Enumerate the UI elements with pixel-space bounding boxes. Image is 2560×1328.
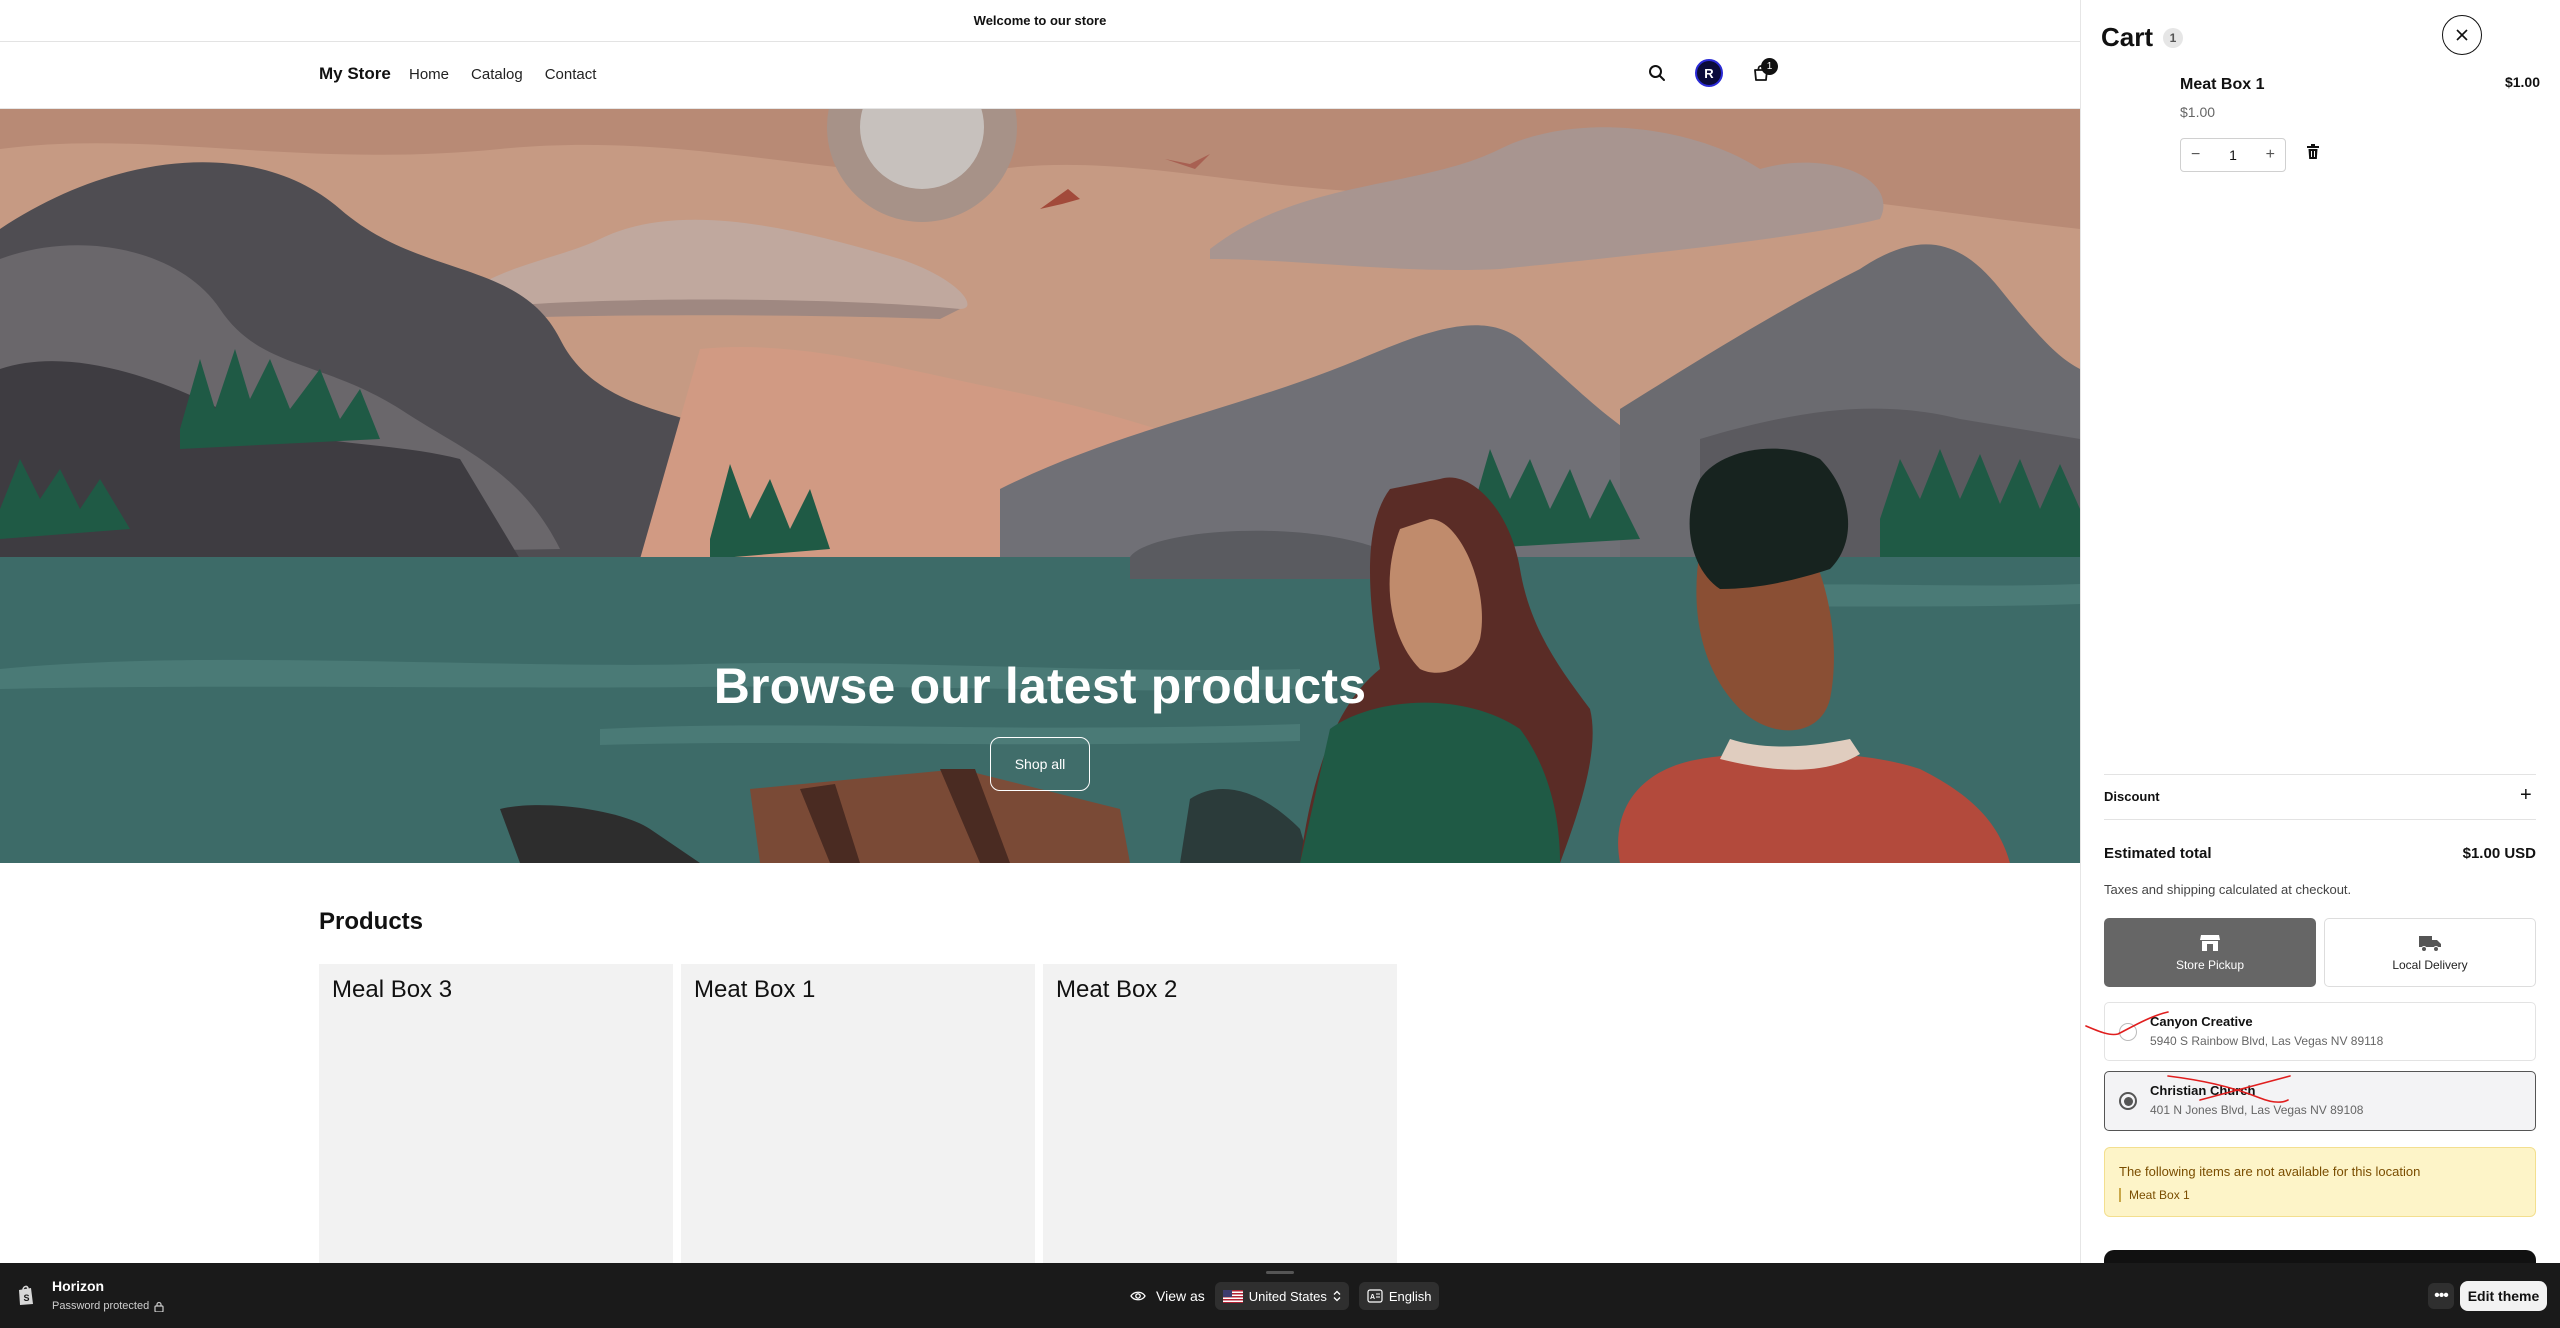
theme-status: Password protected <box>52 1300 164 1312</box>
product-name: Meat Box 2 <box>1056 976 1178 1003</box>
estimated-total-label: Estimated total <box>2104 845 2212 862</box>
chevron-updown-icon <box>1333 1290 1341 1302</box>
product-card[interactable]: Meal Box 3 <box>319 964 673 1264</box>
store-logo[interactable]: My Store <box>319 64 391 84</box>
estimated-total-value: $1.00 USD <box>2462 845 2536 862</box>
product-name: Meal Box 3 <box>332 976 453 1003</box>
product-card[interactable]: Meat Box 1 <box>681 964 1035 1264</box>
avatar: R <box>1695 59 1723 87</box>
nav-home[interactable]: Home <box>409 66 449 83</box>
discount-expand-button[interactable]: + <box>2520 784 2532 807</box>
cart-button[interactable]: 1 <box>1744 56 1778 90</box>
country-value: United States <box>1248 1288 1327 1304</box>
warning-message: The following items are not available fo… <box>2119 1164 2421 1179</box>
pickup-location-option-selected[interactable]: Christian Church 401 N Jones Blvd, Las V… <box>2104 1071 2536 1131</box>
products-heading: Products <box>319 908 424 935</box>
announcement-bar: Welcome to our store <box>0 0 2080 42</box>
drag-handle[interactable] <box>1266 1271 1294 1274</box>
remove-item-button[interactable] <box>2306 144 2320 165</box>
cart-heading: Cart 1 <box>2101 22 2184 53</box>
eye-icon <box>1130 1291 1146 1301</box>
lock-icon <box>154 1301 164 1312</box>
view-as-label: View as <box>1156 1288 1205 1304</box>
us-flag-icon <box>1222 1289 1243 1303</box>
location-address: 401 N Jones Blvd, Las Vegas NV 89108 <box>2150 1103 2364 1117</box>
store-pickup-tab[interactable]: Store Pickup <box>2104 918 2316 987</box>
close-icon <box>2456 29 2468 41</box>
cart-item-total: $1.00 <box>2504 74 2540 90</box>
ellipsis-icon: ••• <box>2434 1287 2449 1304</box>
store-icon <box>2200 935 2220 951</box>
product-card[interactable]: Meat Box 2 <box>1043 964 1397 1264</box>
main-nav: Home Catalog Contact <box>409 66 596 83</box>
quantity-stepper: − 1 + <box>2180 138 2286 172</box>
location-address: 5940 S Rainbow Blvd, Las Vegas NV 89118 <box>2150 1034 2384 1048</box>
checkout-button[interactable] <box>2104 1250 2536 1263</box>
edit-theme-button[interactable]: Edit theme <box>2460 1281 2547 1311</box>
nav-catalog[interactable]: Catalog <box>471 66 523 83</box>
translate-icon: A <box>1367 1289 1383 1303</box>
location-radio[interactable] <box>2119 1023 2137 1041</box>
language-selector[interactable]: A English <box>1358 1282 1440 1310</box>
truck-icon <box>2419 936 2441 952</box>
theme-preview-bar: S Horizon Password protected View as Uni… <box>0 1263 2560 1328</box>
cart-title: Cart <box>2101 22 2154 52</box>
shop-all-button[interactable]: Shop all <box>990 737 1090 791</box>
cart-item-price: $1.00 <box>2180 104 2216 120</box>
shopify-icon: S <box>19 1285 33 1305</box>
availability-warning: The following items are not available fo… <box>2104 1147 2536 1217</box>
language-value: English <box>1388 1288 1432 1304</box>
cart-item-name[interactable]: Meat Box 1 <box>2180 76 2264 94</box>
location-name: Christian Church <box>2150 1083 2256 1098</box>
svg-text:S: S <box>24 1293 30 1303</box>
site-header: My Store Home Catalog Contact R 1 <box>0 42 2080 109</box>
account-button[interactable]: R <box>1692 56 1726 90</box>
location-name: Canyon Creative <box>2150 1014 2253 1029</box>
cart-count-badge: 1 <box>1761 58 1778 75</box>
discount-label[interactable]: Discount <box>2104 789 2160 804</box>
header-icons: R 1 <box>1640 56 1778 90</box>
store-pickup-label: Store Pickup <box>2175 958 2245 972</box>
local-delivery-label: Local Delivery <box>2392 958 2468 972</box>
svg-text:A: A <box>1370 1294 1375 1301</box>
divider <box>2104 819 2536 820</box>
preview-controls: View as United States A English <box>1130 1282 1440 1310</box>
close-cart-button[interactable] <box>2442 15 2482 55</box>
cart-count: 1 <box>2163 27 2184 48</box>
hero-banner: Browse our latest products Shop all <box>0 109 2080 863</box>
quantity-value[interactable]: 1 <box>2229 147 2237 163</box>
divider <box>2104 774 2536 775</box>
theme-name: Horizon <box>52 1278 105 1294</box>
pickup-location-option[interactable]: Canyon Creative 5940 S Rainbow Blvd, Las… <box>2104 1002 2536 1061</box>
hero-title: Browse our latest products <box>713 658 1367 714</box>
location-radio[interactable] <box>2119 1092 2137 1110</box>
increase-quantity-button[interactable]: + <box>2266 146 2275 164</box>
product-name: Meat Box 1 <box>694 976 816 1003</box>
search-button[interactable] <box>1640 56 1674 90</box>
tax-note: Taxes and shipping calculated at checkou… <box>2104 882 2352 897</box>
more-options-button[interactable]: ••• <box>2428 1283 2454 1309</box>
search-icon <box>1649 65 1665 81</box>
status-text: Password protected <box>52 1300 150 1312</box>
decrease-quantity-button[interactable]: − <box>2191 146 2200 164</box>
trash-icon <box>2307 144 2319 159</box>
announcement-text: Welcome to our store <box>973 13 1107 28</box>
country-selector[interactable]: United States <box>1214 1282 1349 1310</box>
local-delivery-tab[interactable]: Local Delivery <box>2324 918 2536 987</box>
nav-contact[interactable]: Contact <box>545 66 597 83</box>
warning-item: Meat Box 1 <box>2119 1188 2190 1202</box>
